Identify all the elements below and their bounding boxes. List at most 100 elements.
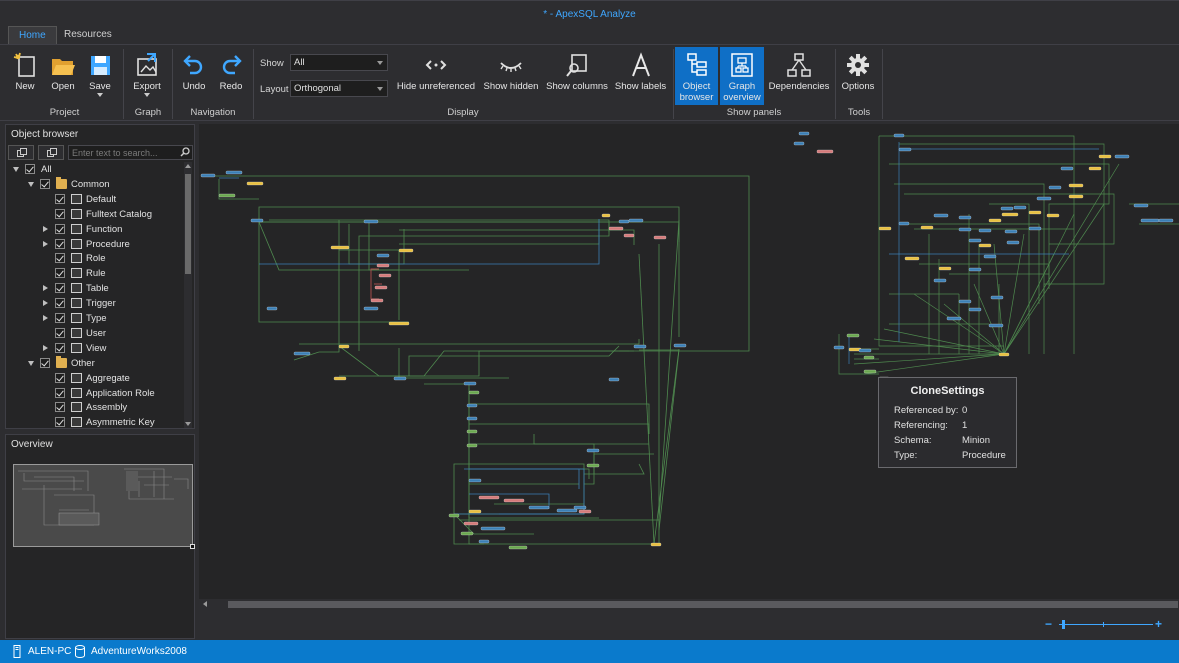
graph-node[interactable] — [968, 307, 982, 312]
tree-item-role[interactable]: Role — [6, 251, 184, 266]
graph-node[interactable] — [466, 416, 478, 421]
expander-closed-icon[interactable] — [43, 285, 48, 292]
tree-item-user[interactable]: User — [6, 326, 184, 341]
graph-node[interactable] — [608, 226, 624, 231]
graph-node[interactable] — [1028, 226, 1042, 231]
tree-item-type[interactable]: Type — [6, 311, 184, 326]
save-dropdown-arrow[interactable] — [97, 93, 103, 97]
graph-node[interactable] — [988, 218, 1002, 223]
graph-overview-toggle[interactable]: Graph overview — [720, 47, 764, 105]
graph-node[interactable] — [466, 429, 478, 434]
zoom-slider[interactable]: − + — [1045, 617, 1165, 632]
graph-node[interactable] — [858, 348, 872, 353]
graph-node[interactable] — [968, 267, 982, 272]
graph-node[interactable] — [468, 478, 482, 483]
graph-node[interactable] — [898, 147, 912, 152]
graph-node[interactable] — [938, 266, 952, 271]
graph-node[interactable] — [833, 345, 845, 350]
show-select[interactable]: All — [290, 54, 388, 71]
show-columns-button[interactable]: Show columns — [545, 47, 609, 105]
tree-checkbox[interactable] — [55, 402, 65, 413]
tree-item-aggregate[interactable]: Aggregate — [6, 371, 184, 386]
tree-checkbox[interactable] — [55, 223, 65, 234]
tree-checkbox[interactable] — [55, 417, 65, 428]
tree-item-fulltext-catalog[interactable]: Fulltext Catalog — [6, 207, 184, 222]
tree-checkbox[interactable] — [55, 238, 65, 249]
graph-node[interactable] — [398, 248, 414, 253]
object-search-input[interactable] — [68, 145, 193, 160]
graph-horizontal-scrollbar[interactable] — [199, 599, 1179, 610]
graph-node[interactable] — [333, 376, 347, 381]
graph-node[interactable] — [1004, 229, 1018, 234]
tree-checkbox[interactable] — [55, 298, 65, 309]
tree-checkbox[interactable] — [40, 357, 50, 368]
graph-node[interactable] — [798, 131, 810, 136]
dependencies-toggle[interactable]: Dependencies — [768, 47, 830, 105]
graph-node[interactable] — [1000, 206, 1014, 211]
graph-node[interactable] — [1068, 183, 1084, 188]
graph-node[interactable] — [468, 390, 480, 395]
graph-node[interactable] — [628, 218, 644, 223]
graph-node[interactable] — [463, 381, 477, 386]
tree-checkbox[interactable] — [55, 193, 65, 204]
graph-node[interactable] — [330, 245, 350, 250]
zoom-thumb[interactable] — [1062, 620, 1065, 629]
graph-node[interactable] — [608, 377, 620, 382]
graph-node[interactable] — [958, 299, 972, 304]
export-button[interactable]: Export — [127, 47, 167, 105]
tree-checkbox[interactable] — [55, 208, 65, 219]
expander-closed-icon[interactable] — [43, 300, 48, 307]
graph-node[interactable] — [1046, 213, 1060, 218]
graph-node[interactable] — [988, 323, 1004, 328]
graph-node[interactable] — [200, 173, 216, 178]
graph-node[interactable] — [250, 218, 264, 223]
overview-viewport[interactable] — [13, 464, 193, 547]
graph-node[interactable] — [933, 278, 947, 283]
object-browser-toggle[interactable]: Object browser — [675, 47, 718, 105]
graph-node[interactable] — [968, 238, 982, 243]
zoom-out-button[interactable]: − — [1045, 617, 1052, 631]
collapse-all-button[interactable] — [38, 145, 64, 160]
tree-item-function[interactable]: Function — [6, 222, 184, 237]
graph-node[interactable] — [978, 228, 992, 233]
graph-node[interactable] — [1140, 218, 1160, 223]
tree-item-other[interactable]: Other — [6, 355, 184, 371]
object-tree-scrollbar[interactable] — [184, 162, 192, 428]
graph-node[interactable] — [958, 227, 972, 232]
graph-node[interactable] — [863, 369, 877, 374]
graph-node[interactable] — [878, 226, 892, 231]
graph-node[interactable] — [480, 526, 506, 531]
tree-item-default[interactable]: Default — [6, 192, 184, 207]
graph-node[interactable] — [503, 498, 525, 503]
tree-checkbox[interactable] — [55, 253, 65, 264]
graph-node[interactable] — [673, 343, 687, 348]
graph-node[interactable] — [578, 509, 592, 514]
graph-node[interactable] — [893, 133, 905, 138]
tree-checkbox[interactable] — [55, 327, 65, 338]
show-labels-button[interactable]: Show labels — [613, 47, 668, 105]
tree-checkbox[interactable] — [55, 342, 65, 353]
graph-node[interactable] — [376, 253, 390, 258]
graph-node[interactable] — [374, 285, 388, 290]
zoom-track[interactable] — [1059, 624, 1153, 625]
graph-node[interactable] — [1013, 205, 1027, 210]
scroll-left-arrow[interactable] — [203, 601, 207, 607]
graph-node[interactable] — [633, 344, 647, 349]
search-icon[interactable] — [180, 147, 190, 157]
expander-open-icon[interactable] — [28, 360, 34, 366]
graph-node[interactable] — [556, 508, 578, 513]
scroll-up-arrow[interactable] — [185, 164, 191, 168]
graph-node[interactable] — [218, 193, 236, 198]
tree-checkbox[interactable] — [40, 178, 50, 189]
graph-node[interactable] — [393, 376, 407, 381]
expander-open-icon[interactable] — [28, 181, 34, 187]
graph-node[interactable] — [1114, 154, 1130, 159]
graph-node[interactable] — [1028, 210, 1042, 215]
graph-node[interactable] — [1060, 166, 1074, 171]
layout-select[interactable]: Orthogonal — [290, 80, 388, 97]
expander-open-icon[interactable] — [13, 167, 19, 172]
graph-node[interactable] — [460, 531, 474, 536]
graph-node[interactable] — [1006, 240, 1020, 245]
graph-node[interactable] — [508, 545, 528, 550]
graph-node[interactable] — [378, 273, 392, 278]
